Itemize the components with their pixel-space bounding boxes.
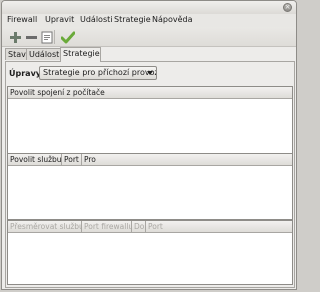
- strategy-select[interactable]: Strategie pro příchozí provoz: [39, 66, 157, 80]
- menu-bar: Firewall Upravit Události Strategie Nápo…: [2, 14, 296, 27]
- services-header: Povolit službu Port Pro: [8, 154, 292, 166]
- menu-napoveda[interactable]: Nápověda: [152, 15, 193, 24]
- firewall-window: × Firewall Upravit Události Strategie Ná…: [1, 0, 297, 290]
- apply-check-icon: [61, 31, 75, 43]
- toolbar: [2, 27, 296, 47]
- forwarding-header: Přesměrovat službu Port firewallu Do Por…: [8, 221, 292, 233]
- tab-stav[interactable]: Stav: [5, 48, 27, 60]
- col-port-firewallu[interactable]: Port firewallu: [82, 221, 132, 232]
- close-button[interactable]: ×: [283, 3, 292, 12]
- remove-icon: [25, 35, 37, 39]
- col-do[interactable]: Do: [132, 221, 146, 232]
- tab-bar: Stav Události Strategie: [5, 47, 295, 62]
- col-povolit-sluzbu[interactable]: Povolit službu: [8, 154, 62, 165]
- col-port-dest[interactable]: Port: [146, 221, 292, 232]
- add-button[interactable]: [7, 29, 23, 45]
- col-pro[interactable]: Pro: [82, 154, 292, 165]
- forwarding-list[interactable]: Přesměrovat službu Port firewallu Do Por…: [7, 220, 293, 285]
- upravy-label: Úpravy: [9, 69, 41, 78]
- close-icon: ×: [284, 3, 291, 11]
- remove-button[interactable]: [23, 29, 39, 45]
- menu-strategie[interactable]: Strategie: [114, 15, 151, 24]
- apply-button[interactable]: [60, 29, 76, 45]
- inbound-hosts-list[interactable]: Povolit spojení z počítače: [7, 86, 293, 154]
- col-presmerovat-sluzbu[interactable]: Přesměrovat službu: [8, 221, 82, 232]
- strategy-panel: Úpravy Strategie pro příchozí provoz Pov…: [5, 61, 295, 288]
- col-port[interactable]: Port: [62, 154, 82, 165]
- add-icon: [9, 31, 21, 43]
- inbound-hosts-header: Povolit spojení z počítače: [8, 87, 292, 99]
- chevron-down-icon: [147, 71, 153, 75]
- menu-firewall[interactable]: Firewall: [7, 15, 37, 24]
- menu-udalosti[interactable]: Události: [80, 15, 112, 24]
- strategy-select-value: Strategie pro příchozí provoz: [43, 68, 157, 77]
- col-povolit-spojeni[interactable]: Povolit spojení z počítače: [8, 87, 292, 98]
- edit-icon: [41, 31, 53, 43]
- tab-udalosti[interactable]: Události: [26, 48, 61, 60]
- toolbar-separator: [54, 30, 55, 44]
- services-list[interactable]: Povolit službu Port Pro: [7, 153, 293, 220]
- menu-upravit[interactable]: Upravit: [45, 15, 74, 24]
- tab-strategie[interactable]: Strategie: [60, 47, 101, 62]
- edit-button[interactable]: [39, 29, 55, 45]
- title-bar[interactable]: ×: [2, 1, 296, 14]
